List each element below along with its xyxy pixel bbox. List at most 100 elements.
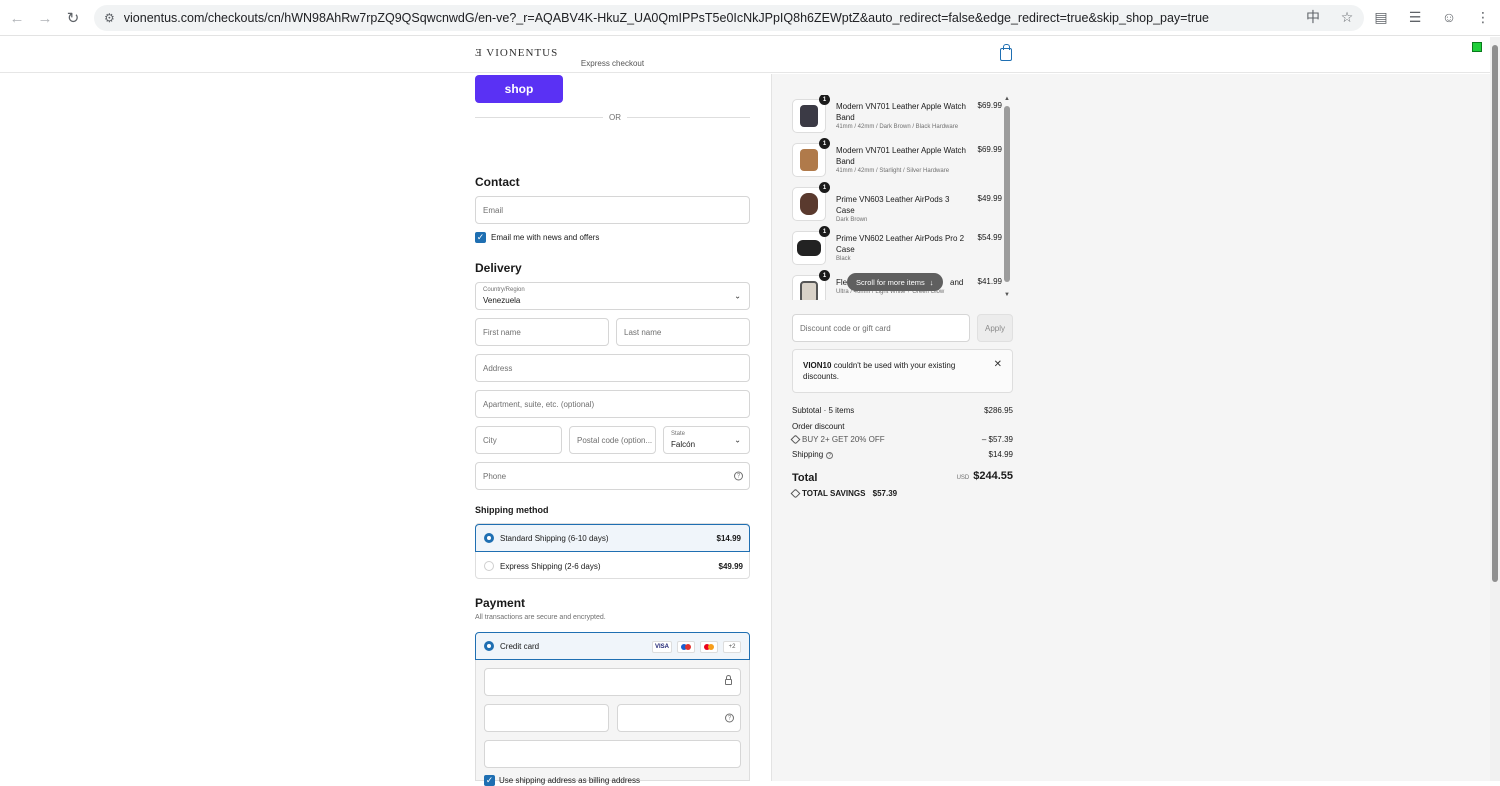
help-icon[interactable]: ? [826,452,834,459]
currency-label: USD [956,475,970,481]
card-expiry-field[interactable] [484,704,609,732]
payment-option-credit-card[interactable]: Credit card VISA +2 [475,632,750,660]
payment-heading: Payment [475,596,526,610]
item-name: Prime VN603 Leather AirPods 3 Case [836,195,950,215]
postal-placeholder: Postal code (option... [577,435,653,445]
store-logo[interactable]: Ǝ VIONENTUS [475,47,558,59]
item-name-end: and [950,278,964,287]
translate-icon[interactable]: 中 [1302,4,1324,30]
newsletter-label: Email me with news and offers [491,233,600,242]
newsletter-checkbox[interactable]: ✓ [475,232,486,243]
phone-field[interactable]: Phone ? [475,462,750,490]
chevron-down-icon: ⌄ [734,435,741,445]
quantity-badge: 1 [819,226,830,237]
product-image [800,149,818,171]
radio-selected[interactable] [484,641,494,651]
back-icon[interactable]: ← [3,4,31,32]
first-name-field[interactable]: First name [475,318,609,346]
address-placeholder: Address [483,363,513,373]
email-field[interactable]: Email [475,196,750,224]
last-name-placeholder: Last name [624,327,662,337]
shipping-row: Shipping? $14.99 [792,450,1013,459]
card-cvv-field[interactable]: ? [617,704,741,732]
help-icon[interactable]: ? [725,713,734,723]
menu-icon[interactable]: ⋮ [1472,4,1494,30]
cart-bag-icon[interactable] [1000,44,1012,61]
item-variant: Black [836,256,851,262]
notice-code: VION10 [803,361,832,370]
arrow-down-icon: ↓ [929,277,934,287]
visa-icon: VISA [651,641,672,653]
quantity-badge: 1 [819,182,830,193]
more-cards-badge: +2 [723,641,741,653]
address-bar[interactable]: ⚙ vionentus.com/checkouts/cn/hWN98AhRw7r… [94,5,1364,31]
scroll-down-icon[interactable]: ▼ [1004,292,1010,298]
bookmark-star-icon[interactable]: ☆ [1336,4,1358,30]
help-icon[interactable]: ? [734,471,743,481]
express-checkout-label: Express checkout [580,59,645,68]
discount-code-row: BUY 2+ GET 20% OFF – $57.39 [790,434,1013,445]
shipping-option-price: $14.99 [716,533,741,543]
scroll-more-button[interactable]: Scroll for more items ↓ [847,273,943,291]
shipping-option-standard[interactable]: Standard Shipping (6-10 days) $14.99 [475,524,750,552]
savings-value: $57.39 [872,489,898,498]
scroll-up-icon[interactable]: ▲ [1004,96,1010,102]
mastercard-icon [700,641,718,653]
close-icon[interactable]: ✕ [994,359,1002,370]
shop-pay-button[interactable]: shop [475,75,563,103]
reload-icon[interactable]: ↻ [59,4,87,32]
first-name-placeholder: First name [483,327,521,337]
browser-toolbar: ← → ↻ ⚙ vionentus.com/checkouts/cn/hWN98… [0,0,1500,36]
extensions-icon[interactable]: ▤ [1370,4,1392,30]
cart-scroll-thumb[interactable] [1004,106,1010,282]
cart-items-list[interactable]: 1 Modern VN701 Leather Apple Watch Band 4… [792,95,1002,300]
lock-icon [725,675,732,685]
country-value: Venezuela [483,296,521,305]
shipping-option-express[interactable]: Express Shipping (2-6 days) $49.99 [476,552,751,580]
product-image [800,105,818,127]
radio-unselected[interactable] [484,561,494,571]
apply-button[interactable]: Apply [977,314,1013,342]
item-variant: Dark Brown [836,217,868,223]
country-select[interactable]: Country/Region Venezuela ⌄ [475,282,750,310]
radio-selected[interactable] [484,533,494,543]
address-field[interactable]: Address [475,354,750,382]
state-value: Falcón [671,440,696,449]
savings-row: TOTAL SAVINGS $57.39 [790,488,1013,499]
card-number-field[interactable] [484,668,741,696]
email-placeholder: Email [483,205,504,215]
url-text: vionentus.com/checkouts/cn/hWN98AhRw7rpZ… [123,11,1210,25]
card-badges: VISA +2 [651,641,741,653]
last-name-field[interactable]: Last name [616,318,750,346]
media-icon[interactable]: ☰ [1404,4,1426,30]
state-select[interactable]: State Falcón ⌄ [663,426,750,454]
subtotal-label: Subtotal · 5 items [792,406,855,415]
payment-subtitle: All transactions are secure and encrypte… [475,614,606,621]
contact-heading: Contact [475,175,520,189]
item-price: $69.99 [977,145,1002,154]
card-name-field[interactable] [484,740,741,768]
card-details-area: ? [475,660,750,781]
profile-icon[interactable]: ☺ [1438,4,1460,30]
shipping-option-price: $49.99 [718,561,743,571]
item-price: $54.99 [977,233,1002,242]
subtotal-row: Subtotal · 5 items $286.95 [792,406,1013,415]
item-variant: 41mm / 42mm / Dark Brown / Black Hardwar… [836,124,959,130]
discount-code-label: BUY 2+ GET 20% OFF [802,435,885,444]
item-price: $41.99 [977,277,1002,286]
city-field[interactable]: City [475,426,562,454]
apartment-field[interactable]: Apartment, suite, etc. (optional) [475,390,750,418]
shipping-option-name: Express Shipping (2-6 days) [500,561,601,571]
postal-code-field[interactable]: Postal code (option... [569,426,656,454]
scroll-hint-text: Scroll for more items [856,277,925,287]
item-price: $49.99 [977,194,1002,203]
discount-error-notice: VION10 couldn't be used with your existi… [792,349,1013,393]
site-info-icon[interactable]: ⚙ [104,11,115,25]
discount-code-input[interactable]: Discount code or gift card [792,314,970,342]
discount-amount: – $57.39 [981,435,1013,444]
quantity-badge: 1 [819,95,830,105]
forward-icon[interactable]: → [31,4,59,32]
shipping-amount: $14.99 [988,450,1013,459]
page-scrollbar-thumb[interactable] [1492,45,1498,582]
item-name: Modern VN701 Leather Apple Watch Band [836,102,967,122]
